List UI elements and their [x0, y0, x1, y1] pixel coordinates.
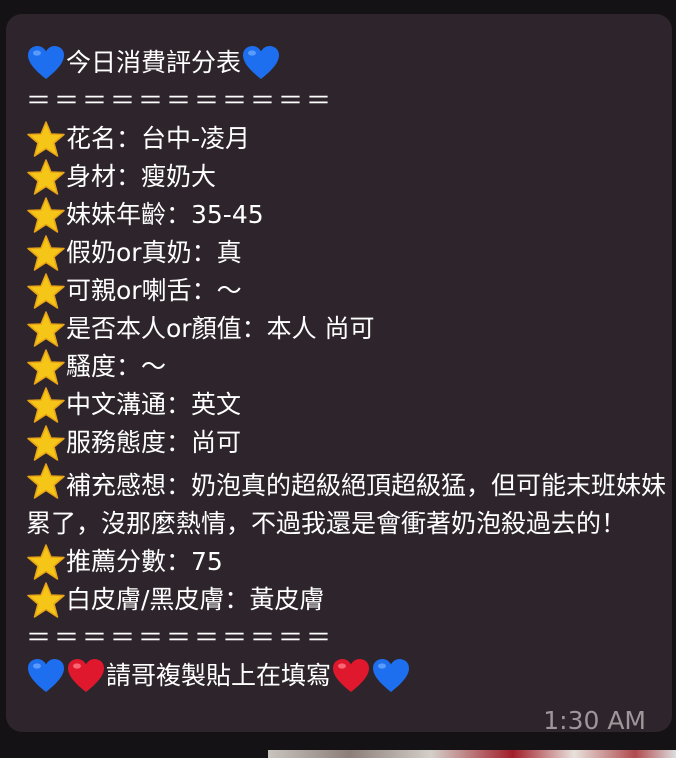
- separator-line: ＝＝＝＝＝＝＝＝＝＝＝: [26, 623, 335, 652]
- star-icon: [26, 120, 66, 158]
- blue-heart-icon: [26, 44, 66, 82]
- next-message-image-preview[interactable]: [268, 750, 676, 758]
- list-item: 是否本人or顏值：本人 尚可: [26, 310, 666, 348]
- list-item: 中文溝通：英文: [26, 386, 666, 424]
- list-item: 花名：台中-凌月: [26, 120, 666, 158]
- star-icon: [26, 386, 66, 424]
- star-icon: [26, 272, 66, 310]
- star-icon: [26, 348, 66, 386]
- list-item: 假奶or真奶：真: [26, 234, 666, 272]
- message-footer-line: 請哥複製貼上在填寫: [26, 657, 666, 695]
- star-icon: [26, 462, 66, 500]
- star-icon: [26, 424, 66, 462]
- list-item: 騷度：～: [26, 348, 666, 386]
- list-item: 身材：瘦奶大: [26, 158, 666, 196]
- list-item: 服務態度：尚可: [26, 424, 666, 462]
- red-heart-icon: [331, 657, 371, 695]
- star-icon: [26, 196, 66, 234]
- star-icon: [26, 234, 66, 272]
- blue-heart-icon: [241, 44, 281, 82]
- message-timestamp: 1:30 AM: [543, 706, 646, 735]
- red-heart-icon: [66, 657, 106, 695]
- separator-line: ＝＝＝＝＝＝＝＝＝＝＝: [26, 86, 335, 115]
- star-icon: [26, 581, 66, 619]
- message-title-line: 今日消費評分表: [26, 44, 666, 82]
- message-text: 今日消費評分表 ＝＝＝＝＝＝＝＝＝＝＝ 花名：台中-凌月 身材：瘦奶大 妹妹年齡…: [26, 44, 666, 695]
- blue-heart-icon: [26, 657, 66, 695]
- blue-heart-icon: [371, 657, 411, 695]
- star-icon: [26, 310, 66, 348]
- skin-item: 白皮膚/黑皮膚：黃皮膚: [26, 581, 666, 619]
- skin-text: 白皮膚/黑皮膚：黃皮膚: [66, 585, 325, 614]
- star-icon: [26, 158, 66, 196]
- feedback-item: 補充感想：奶泡真的超級絕頂超級猛，但可能末班妹妹累了，沒那麼熱情，不過我還是會衝…: [26, 462, 666, 543]
- star-icon: [26, 543, 66, 581]
- list-item: 可親or喇舌：～: [26, 272, 666, 310]
- footer-text: 請哥複製貼上在填寫: [106, 661, 332, 690]
- score-item: 推薦分數：75: [26, 543, 666, 581]
- feedback-text: 補充感想：奶泡真的超級絕頂超級猛，但可能末班妹妹累了，沒那麼熱情，不過我還是會衝…: [26, 471, 667, 538]
- list-item: 妹妹年齡：35-45: [26, 196, 666, 234]
- message-bubble[interactable]: 今日消費評分表 ＝＝＝＝＝＝＝＝＝＝＝ 花名：台中-凌月 身材：瘦奶大 妹妹年齡…: [6, 14, 672, 735]
- score-text: 推薦分數：75: [66, 547, 223, 576]
- message-title: 今日消費評分表: [66, 48, 242, 77]
